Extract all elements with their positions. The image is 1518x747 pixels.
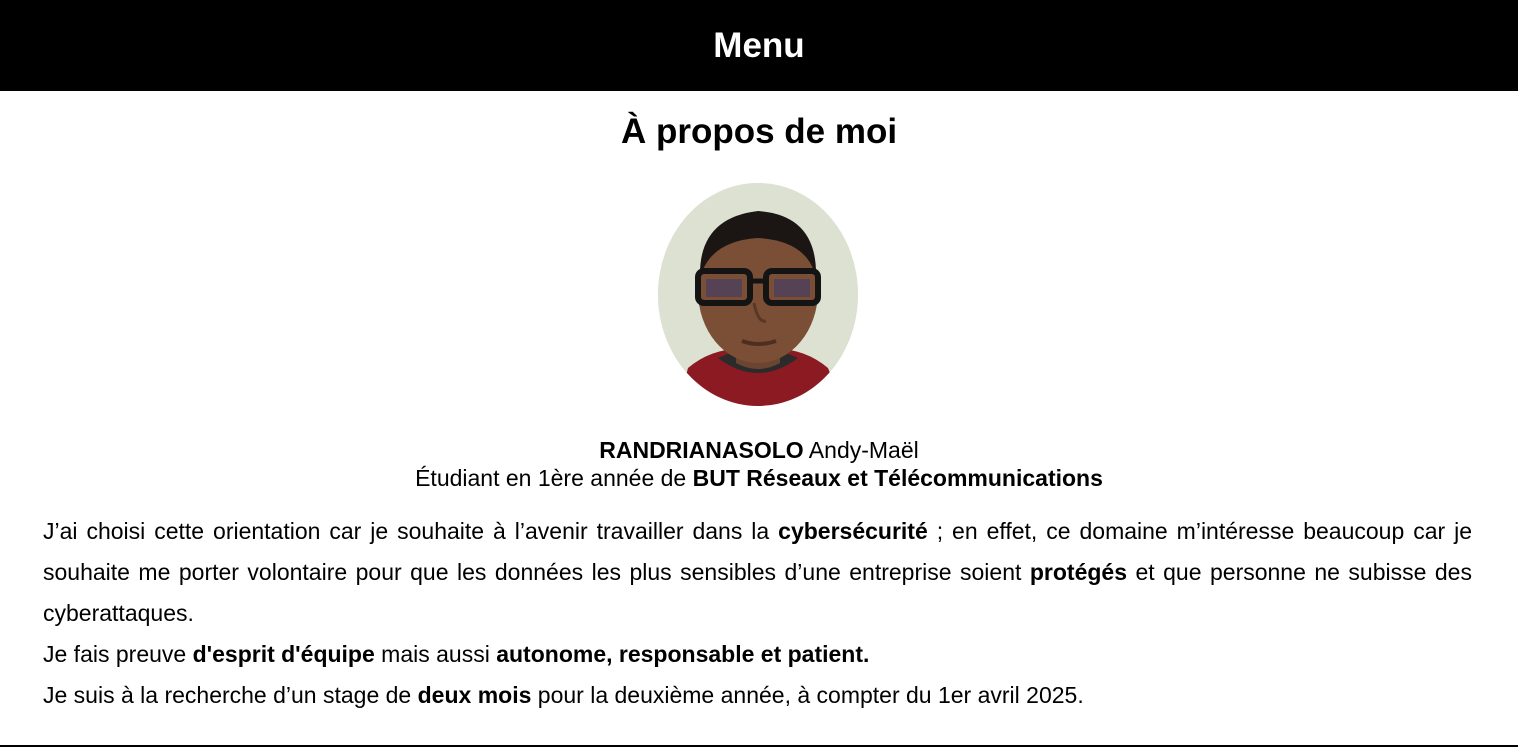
p1-emphasis-protected: protégés	[1029, 559, 1127, 585]
page-title: À propos de moi	[620, 112, 898, 151]
profile-photo-avatar	[658, 183, 858, 406]
p1-emphasis-cybersecurity: cybersécurité	[778, 518, 928, 544]
study-line: Étudiant en 1ère année de BUT Réseaux et…	[0, 464, 1518, 492]
menu-bar[interactable]: Menu	[0, 0, 1518, 91]
p2-text-c: mais aussi	[374, 641, 497, 667]
paragraph-orientation: J’ai choisi cette orientation car je sou…	[43, 511, 1472, 634]
about-text: J’ai choisi cette orientation car je sou…	[43, 511, 1472, 716]
identity-block: RANDRIANASOLO Andy-Maël Étudiant en 1ère…	[0, 436, 1518, 492]
paragraph-qualities: Je fais preuve d'esprit d'équipe mais au…	[43, 634, 1472, 675]
study-prefix: Étudiant en 1ère année de	[415, 465, 693, 491]
full-name: RANDRIANASOLO Andy-Maël	[0, 436, 1518, 464]
paragraph-internship: Je suis à la recherche d’un stage de deu…	[43, 675, 1472, 716]
p3-emphasis-duration: deux mois	[417, 682, 532, 708]
p3-text-a: Je suis à la recherche d’un stage de	[43, 682, 418, 708]
p1-text-a: J’ai choisi cette orientation car je sou…	[43, 518, 779, 544]
p3-text-c: pour la deuxième année, à compter du 1er…	[531, 682, 1084, 708]
study-program: BUT Réseaux et Télécommunications	[692, 465, 1103, 491]
menu-label[interactable]: Menu	[713, 28, 804, 63]
last-name: RANDRIANASOLO	[599, 437, 804, 463]
first-name: Andy-Maël	[803, 437, 919, 463]
p2-text-a: Je fais preuve	[43, 641, 193, 667]
p2-emphasis-team-spirit: d'esprit d'équipe	[192, 641, 375, 667]
p2-emphasis-qualities: autonome, responsable et patient.	[496, 641, 870, 667]
profile-photo-icon	[658, 183, 858, 406]
